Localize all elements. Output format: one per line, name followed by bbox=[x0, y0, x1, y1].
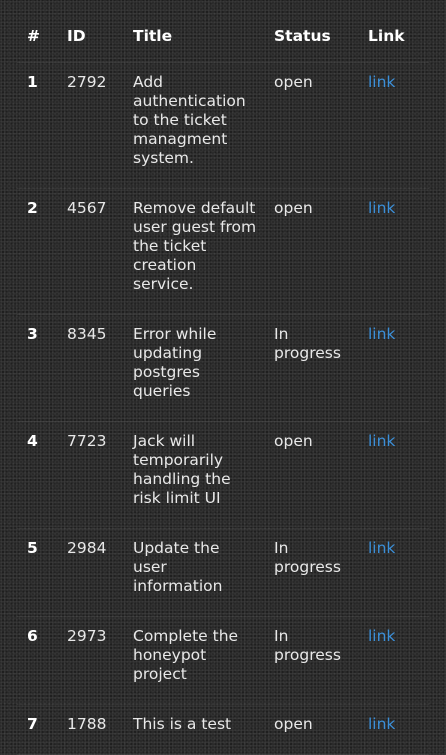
header-row: # ID Title Status Link bbox=[17, 17, 429, 63]
ticket-id: 7723 bbox=[57, 421, 123, 529]
table-row: 1 2792 Add authentication to the ticket … bbox=[17, 62, 429, 189]
header-id: ID bbox=[57, 17, 123, 63]
table-header: # ID Title Status Link bbox=[17, 17, 429, 63]
ticket-status: open bbox=[264, 188, 358, 315]
ticket-title: This is a test bbox=[123, 704, 264, 755]
ticket-link-cell: link bbox=[358, 704, 429, 755]
ticket-title: Remove default user guest from the ticke… bbox=[123, 188, 264, 315]
row-num: 2 bbox=[17, 188, 57, 315]
header-num: # bbox=[17, 17, 57, 63]
ticket-link[interactable]: link bbox=[368, 199, 395, 217]
header-link: Link bbox=[358, 17, 429, 63]
ticket-title: Error while updating postgres queries bbox=[123, 314, 264, 422]
ticket-id: 4567 bbox=[57, 188, 123, 315]
row-num: 4 bbox=[17, 421, 57, 529]
ticket-link[interactable]: link bbox=[368, 325, 395, 343]
header-title: Title bbox=[123, 17, 264, 63]
ticket-link[interactable]: link bbox=[368, 73, 395, 91]
ticket-title: Complete the honeypot project bbox=[123, 616, 264, 705]
header-status: Status bbox=[264, 17, 358, 63]
row-num: 3 bbox=[17, 314, 57, 422]
ticket-id: 2792 bbox=[57, 62, 123, 189]
ticket-link[interactable]: link bbox=[368, 627, 395, 645]
ticket-id: 2984 bbox=[57, 528, 123, 617]
row-num: 5 bbox=[17, 528, 57, 617]
table-row: 7 1788 This is a test open link bbox=[17, 704, 429, 755]
ticket-status: In progress bbox=[264, 616, 358, 705]
ticket-title: Jack will temporarily handling the risk … bbox=[123, 421, 264, 529]
tickets-table: # ID Title Status Link 1 2792 Add authen… bbox=[17, 17, 429, 755]
ticket-link-cell: link bbox=[358, 528, 429, 617]
table-row: 2 4567 Remove default user guest from th… bbox=[17, 188, 429, 315]
table-row: 6 2973 Complete the honeypot project In … bbox=[17, 616, 429, 705]
ticket-title: Add authentication to the ticket managme… bbox=[123, 62, 264, 189]
ticket-link[interactable]: link bbox=[368, 432, 395, 450]
ticket-id: 1788 bbox=[57, 704, 123, 755]
ticket-link-cell: link bbox=[358, 314, 429, 422]
row-num: 7 bbox=[17, 704, 57, 755]
table-row: 4 7723 Jack will temporarily handling th… bbox=[17, 421, 429, 529]
row-num: 1 bbox=[17, 62, 57, 189]
ticket-id: 2973 bbox=[57, 616, 123, 705]
ticket-link-cell: link bbox=[358, 62, 429, 189]
ticket-link-cell: link bbox=[358, 188, 429, 315]
ticket-status: In progress bbox=[264, 314, 358, 422]
row-num: 6 bbox=[17, 616, 57, 705]
table-row: 3 8345 Error while updating postgres que… bbox=[17, 314, 429, 422]
ticket-link[interactable]: link bbox=[368, 715, 395, 733]
ticket-id: 8345 bbox=[57, 314, 123, 422]
ticket-link-cell: link bbox=[358, 616, 429, 705]
ticket-status: open bbox=[264, 704, 358, 755]
ticket-status: In progress bbox=[264, 528, 358, 617]
table-row: 5 2984 Update the user information In pr… bbox=[17, 528, 429, 617]
ticket-status: open bbox=[264, 421, 358, 529]
table-body: 1 2792 Add authentication to the ticket … bbox=[17, 62, 429, 755]
ticket-link-cell: link bbox=[358, 421, 429, 529]
ticket-status: open bbox=[264, 62, 358, 189]
ticket-link[interactable]: link bbox=[368, 539, 395, 557]
ticket-title: Update the user information bbox=[123, 528, 264, 617]
